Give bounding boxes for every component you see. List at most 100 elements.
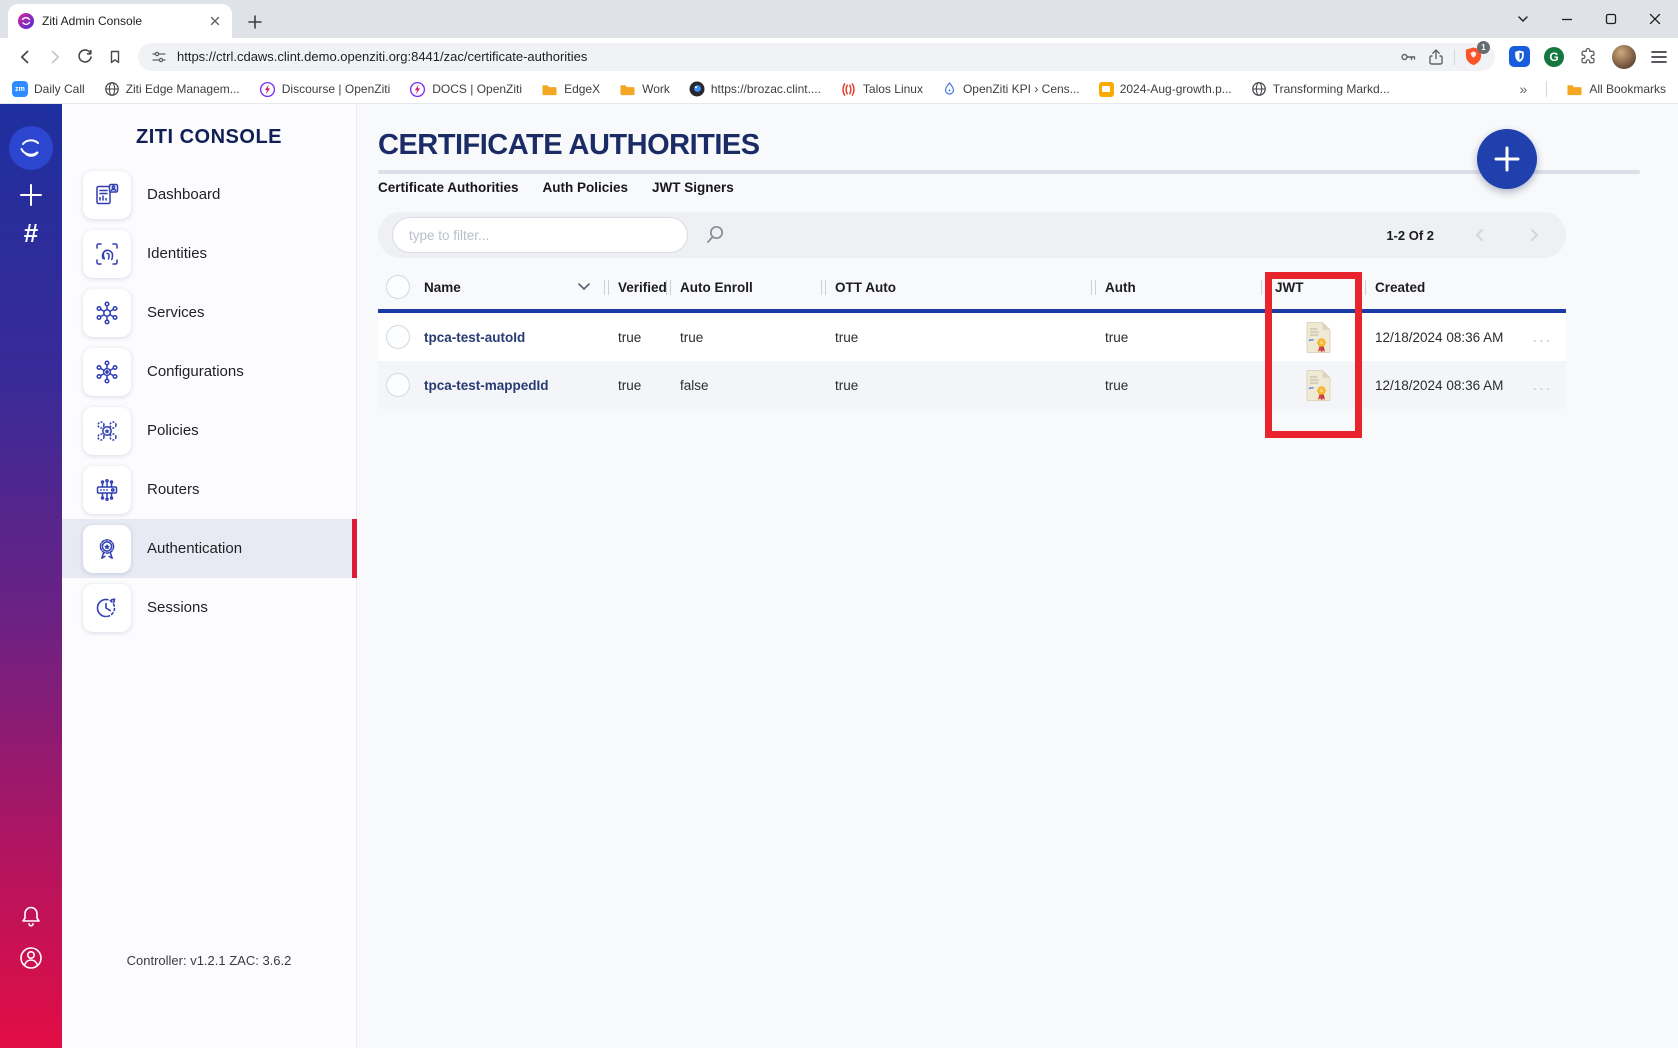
maximize-button[interactable] — [1604, 12, 1618, 26]
bookmark-transforming-markdown[interactable]: Transforming Markd... — [1251, 81, 1390, 97]
add-certificate-authority-button[interactable] — [1477, 129, 1537, 189]
filter-input[interactable] — [392, 217, 688, 253]
bookmark-talos-linux[interactable]: Talos Linux — [840, 81, 923, 98]
row-actions-menu[interactable]: ... — [1519, 327, 1566, 347]
left-rail: # — [0, 104, 62, 1048]
tab-certificate-authorities[interactable]: Certificate Authorities — [378, 180, 519, 195]
sidebar-item-identities[interactable]: Identities — [62, 224, 356, 283]
share-icon[interactable] — [1427, 48, 1445, 66]
user-account-icon[interactable] — [17, 944, 45, 972]
main-content: CERTIFICATE AUTHORITIES Certificate Auth… — [357, 104, 1678, 1048]
tab-close-icon[interactable] — [208, 14, 222, 28]
ca-name[interactable]: tpca-test-autoId — [424, 330, 604, 345]
column-header-name[interactable]: Name — [424, 280, 604, 295]
tab-auth-policies[interactable]: Auth Policies — [543, 180, 629, 195]
column-header-auto-enroll[interactable]: Auto Enroll — [666, 280, 821, 295]
auto-enroll-value: true — [666, 330, 821, 345]
bookmark-ziti-edge[interactable]: Ziti Edge Managem... — [104, 81, 240, 97]
bookmark-openziti-kpi[interactable]: OpenZiti KPI › Cens... — [942, 81, 1080, 98]
all-bookmarks-button[interactable]: All Bookmarks — [1566, 82, 1666, 97]
bookmarks-overflow-chevrons[interactable]: » — [1520, 81, 1528, 97]
certificate-authorities-table: Name Verified Auto Enroll OTT Auto Auth … — [378, 265, 1566, 409]
configurations-icon — [83, 348, 131, 396]
row-checkbox[interactable] — [386, 325, 410, 349]
column-header-auth[interactable]: Auth — [1091, 280, 1261, 295]
column-separator — [604, 280, 609, 295]
pagination: 1-2 Of 2 — [1386, 227, 1552, 243]
close-window-button[interactable] — [1648, 12, 1662, 26]
profile-avatar[interactable] — [1612, 45, 1636, 69]
openziti-logo-icon[interactable] — [9, 126, 53, 170]
browser-window: Ziti Admin Console https://ctrl.cdaws.cl… — [0, 0, 1678, 1048]
password-key-icon[interactable] — [1399, 48, 1418, 66]
rail-add-icon[interactable] — [18, 182, 44, 208]
bookmark-growth-deck[interactable]: 2024-Aug-growth.p... — [1099, 82, 1232, 97]
notifications-bell-icon[interactable] — [18, 904, 44, 930]
bookmark-flag-icon[interactable] — [100, 42, 130, 72]
network-services-icon — [83, 289, 131, 337]
tab-jwt-signers[interactable]: JWT Signers — [652, 180, 734, 195]
ziti-console-app: # ZITI CONSOLE Dashboard — [0, 104, 1678, 1048]
sidebar-item-sessions[interactable]: Sessions — [62, 578, 356, 637]
previous-page-chevron-icon[interactable] — [1472, 227, 1488, 243]
bitwarden-extension-icon[interactable] — [1509, 46, 1530, 67]
reload-button[interactable] — [70, 42, 100, 72]
tab-search-chevron-icon[interactable] — [1516, 12, 1530, 26]
browser-menu-icon[interactable] — [1650, 49, 1668, 65]
browser-tab[interactable]: Ziti Admin Console — [8, 4, 232, 38]
select-all-checkbox[interactable] — [386, 275, 410, 299]
bookmark-discourse-openziti[interactable]: Discourse | OpenZiti — [259, 81, 391, 98]
sidebar-item-label: Configurations — [147, 363, 244, 380]
section-tabs: Certificate Authorities Auth Policies JW… — [378, 180, 1678, 195]
search-icon[interactable] — [704, 224, 726, 246]
bookmark-folder-work[interactable]: Work — [619, 82, 670, 97]
table-row[interactable]: tpca-test-autoId true true true true 12/… — [378, 313, 1566, 361]
url-bar[interactable]: https://ctrl.cdaws.clint.demo.openziti.o… — [138, 43, 1495, 71]
globe-icon — [104, 81, 120, 97]
rail-hash-icon[interactable]: # — [24, 218, 38, 249]
row-actions-menu[interactable]: ... — [1519, 375, 1566, 395]
ott-auto-value: true — [821, 378, 1091, 393]
sidebar-item-dashboard[interactable]: Dashboard — [62, 165, 356, 224]
jwt-certificate-icon[interactable] — [1261, 369, 1361, 402]
sessions-clock-icon — [83, 584, 131, 632]
brave-shield-icon[interactable]: 1 — [1464, 46, 1483, 67]
sidebar-item-routers[interactable]: Routers — [62, 460, 356, 519]
column-header-jwt[interactable]: JWT — [1261, 280, 1361, 295]
column-header-ott-auto[interactable]: OTT Auto — [821, 280, 1091, 295]
site-settings-tune-icon[interactable] — [150, 48, 168, 66]
bookmark-brozac[interactable]: https://brozac.clint.... — [689, 81, 821, 97]
new-tab-button[interactable] — [246, 13, 264, 31]
next-page-chevron-icon[interactable] — [1526, 227, 1542, 243]
jwt-certificate-icon[interactable] — [1261, 321, 1361, 354]
minimize-button[interactable] — [1560, 12, 1574, 26]
grammarly-extension-icon[interactable]: G — [1544, 47, 1564, 67]
globe-icon — [1251, 81, 1267, 97]
sidebar-nav: Dashboard Identities Services — [62, 165, 356, 637]
row-checkbox[interactable] — [386, 373, 410, 397]
title-divider — [378, 170, 1640, 174]
url-text[interactable]: https://ctrl.cdaws.clint.demo.openziti.o… — [177, 49, 1390, 64]
ca-name[interactable]: tpca-test-mappedId — [424, 378, 604, 393]
table-row[interactable]: tpca-test-mappedId true false true true … — [378, 361, 1566, 409]
ott-auto-value: true — [821, 330, 1091, 345]
verified-value: true — [604, 378, 666, 393]
forward-button[interactable] — [40, 42, 70, 72]
sidebar-item-policies[interactable]: Policies — [62, 401, 356, 460]
extensions-puzzle-icon[interactable] — [1578, 47, 1598, 67]
sidebar-item-configurations[interactable]: Configurations — [62, 342, 356, 401]
back-button[interactable] — [10, 42, 40, 72]
bookmark-docs-openziti[interactable]: DOCS | OpenZiti — [409, 81, 522, 98]
column-header-verified[interactable]: Verified — [604, 280, 666, 295]
sidebar-item-services[interactable]: Services — [62, 283, 356, 342]
bookmark-folder-edgex[interactable]: EdgeX — [541, 82, 600, 97]
column-separator — [666, 280, 671, 295]
sidebar: ZITI CONSOLE Dashboard Identities — [62, 104, 357, 1048]
column-separator — [1261, 280, 1266, 295]
sort-chevron-icon[interactable] — [578, 283, 590, 291]
zoom-app-icon: zm — [12, 81, 28, 97]
sidebar-item-authentication[interactable]: Authentication — [62, 519, 356, 578]
folder-icon — [619, 82, 636, 97]
bookmark-daily-call[interactable]: zmDaily Call — [12, 81, 85, 97]
column-header-created[interactable]: Created — [1361, 280, 1519, 295]
